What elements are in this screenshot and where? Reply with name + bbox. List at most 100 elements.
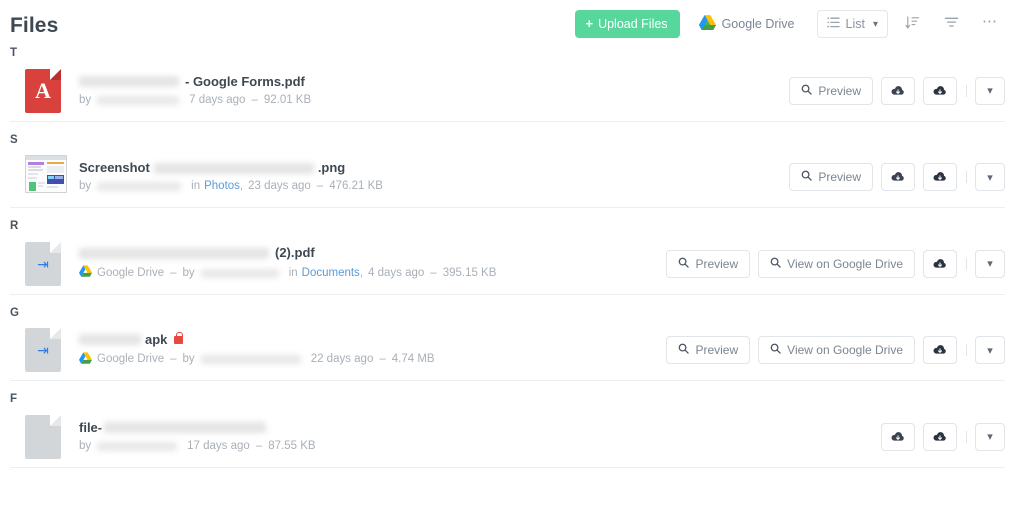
file-size: 87.55 KB bbox=[268, 439, 316, 452]
image-thumbnail bbox=[25, 155, 67, 193]
preview-label: Preview bbox=[818, 83, 861, 98]
search-icon bbox=[770, 343, 781, 357]
file-meta: Screenshot .png by in Photos , 23 days a… bbox=[79, 160, 781, 193]
google-drive-label: Google Drive bbox=[721, 17, 795, 31]
view-mode-button[interactable]: List ▾ bbox=[816, 10, 888, 38]
file-source: Google Drive bbox=[97, 353, 165, 366]
folder-link[interactable]: Photos bbox=[204, 180, 240, 193]
by-label: by bbox=[79, 93, 92, 106]
page-title: Files bbox=[10, 13, 59, 37]
expand-row-button[interactable]: ▾ bbox=[975, 422, 1005, 451]
expand-row-button[interactable]: ▾ bbox=[975, 249, 1005, 278]
chevron-down-icon: ▾ bbox=[872, 18, 878, 30]
file-meta: file- by 17 days ago – 87.55 KB bbox=[79, 420, 873, 453]
separator-dash: – bbox=[170, 353, 177, 366]
in-label: in bbox=[191, 180, 201, 193]
plus-icon: + bbox=[585, 16, 594, 31]
download-button[interactable] bbox=[923, 336, 957, 364]
action-divider bbox=[966, 171, 967, 183]
search-icon bbox=[801, 84, 813, 98]
download-button[interactable] bbox=[881, 163, 915, 191]
file-row[interactable]: ⇥ (2).pdf Google Drive – by in Documents… bbox=[0, 233, 1024, 295]
file-row[interactable]: Screenshot .png by in Photos , 23 days a… bbox=[0, 146, 1024, 208]
preview-button[interactable]: Preview bbox=[666, 249, 751, 278]
file-name: - Google Forms.pdf bbox=[79, 73, 781, 89]
filter-button[interactable] bbox=[936, 10, 966, 38]
separator-dash: – bbox=[316, 180, 324, 193]
redacted-name-part bbox=[79, 247, 269, 259]
redacted-author bbox=[97, 182, 182, 192]
redacted-author bbox=[97, 441, 178, 451]
file-name-text: - Google Forms.pdf bbox=[185, 73, 305, 89]
ellipsis-icon: ⋯ bbox=[982, 13, 998, 30]
google-drive-button[interactable]: Google Drive bbox=[695, 10, 799, 38]
preview-label: Preview bbox=[695, 256, 739, 271]
view-on-google-drive-button[interactable]: View on Google Drive bbox=[758, 249, 915, 278]
download-icon bbox=[891, 171, 905, 183]
file-meta: apk Google Drive – by 22 days ago – 4.74… bbox=[79, 331, 658, 368]
download-locked-button[interactable] bbox=[923, 422, 957, 451]
google-drive-shortcut-icon: ⇥ bbox=[25, 328, 61, 372]
pdf-file-icon: A bbox=[25, 68, 61, 113]
expand-row-button[interactable]: ▾ bbox=[975, 336, 1005, 364]
action-divider bbox=[966, 344, 967, 356]
download-button[interactable] bbox=[881, 76, 915, 105]
file-thumbnail: ⇥ bbox=[25, 241, 65, 286]
preview-button[interactable]: Preview bbox=[789, 163, 873, 191]
expand-row-button[interactable]: ▾ bbox=[975, 76, 1005, 105]
download-locked-icon bbox=[933, 431, 947, 443]
download-locked-button[interactable] bbox=[923, 76, 957, 105]
view-on-google-drive-button[interactable]: View on Google Drive bbox=[758, 336, 915, 364]
redacted-name-part bbox=[104, 422, 267, 434]
file-thumbnail bbox=[25, 414, 65, 459]
page-header: Files + Upload Files Google Drive List ▾… bbox=[0, 0, 1024, 48]
download-button[interactable] bbox=[881, 422, 915, 451]
file-modified: 4 days ago bbox=[368, 266, 425, 279]
file-row[interactable]: A - Google Forms.pdf by 7 days ago – 92.… bbox=[0, 60, 1024, 122]
file-subtitle: Google Drive – by 22 days ago – 4.74 MB bbox=[79, 352, 658, 368]
header-actions: + Upload Files Google Drive List ▾ ⋯ bbox=[575, 10, 1005, 38]
file-row[interactable]: ⇥ apk Google Drive – by 22 days ago – 4.… bbox=[0, 319, 1024, 381]
redacted-author bbox=[200, 355, 301, 365]
download-locked-button[interactable] bbox=[923, 163, 957, 191]
sort-button[interactable] bbox=[897, 10, 927, 38]
preview-button[interactable]: Preview bbox=[789, 76, 873, 105]
group-letter-f: F bbox=[10, 393, 18, 405]
preview-button[interactable]: Preview bbox=[666, 336, 751, 364]
folder-link[interactable]: Documents bbox=[302, 267, 360, 280]
by-label: by bbox=[182, 266, 195, 279]
search-icon bbox=[678, 257, 690, 271]
file-name-text: .png bbox=[317, 160, 346, 176]
download-icon bbox=[891, 431, 905, 443]
row-actions: ▾ bbox=[873, 422, 1005, 451]
more-options-button[interactable]: ⋯ bbox=[975, 10, 1005, 38]
upload-files-button[interactable]: + Upload Files bbox=[575, 10, 680, 38]
google-drive-shortcut-icon: ⇥ bbox=[25, 241, 61, 286]
file-name-prefix: Screenshot bbox=[79, 160, 150, 176]
file-name: (2).pdf bbox=[79, 245, 658, 261]
in-label: in bbox=[288, 266, 298, 279]
search-icon bbox=[678, 343, 690, 357]
file-meta: - Google Forms.pdf by 7 days ago – 92.01… bbox=[79, 73, 781, 107]
row-actions: Preview ▾ bbox=[781, 76, 1005, 105]
chevron-down-icon: ▾ bbox=[987, 344, 993, 357]
group-letter-g: G bbox=[10, 306, 19, 319]
file-source: Google Drive bbox=[97, 266, 165, 279]
download-button[interactable] bbox=[923, 249, 957, 278]
file-name-text: (2).pdf bbox=[275, 245, 315, 261]
file-subtitle: by 17 days ago – 87.55 KB bbox=[79, 440, 873, 453]
file-name: apk bbox=[79, 331, 658, 347]
expand-row-button[interactable]: ▾ bbox=[975, 163, 1005, 191]
filter-icon bbox=[944, 15, 959, 33]
file-thumbnail: ⇥ bbox=[25, 328, 65, 372]
search-icon bbox=[770, 257, 781, 271]
view-mode-label: List bbox=[845, 17, 865, 31]
group-letter-s: S bbox=[10, 133, 18, 146]
download-locked-icon bbox=[933, 171, 947, 183]
file-row[interactable]: file- by 17 days ago – 87.55 KB ▾ bbox=[0, 406, 1024, 468]
action-divider bbox=[966, 430, 967, 443]
file-size: 4.74 MB bbox=[391, 353, 435, 366]
file-name: Screenshot .png bbox=[79, 160, 781, 176]
preview-label: Preview bbox=[695, 343, 739, 357]
chevron-down-icon: ▾ bbox=[987, 171, 993, 184]
